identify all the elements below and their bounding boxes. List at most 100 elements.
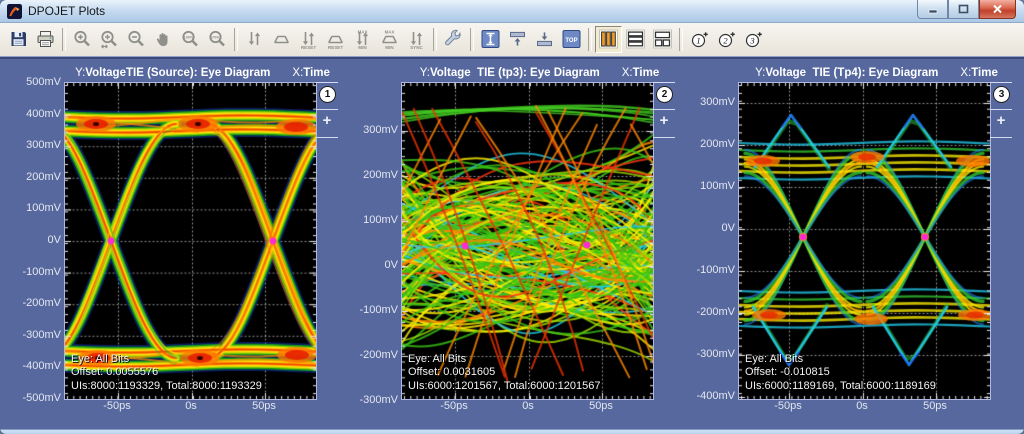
dock-bottom-icon <box>534 29 555 50</box>
zoom-sync-icon: SYNC <box>207 29 228 50</box>
y-axis-label: -300mV <box>1 329 61 341</box>
vertical-cursors-max-min-button[interactable]: MAXMIN <box>349 26 376 53</box>
y-axis-label: 200mV <box>675 138 735 150</box>
x-axis-label: -50ps <box>774 400 802 412</box>
y-axis-label: 300mV <box>1 139 61 151</box>
toolbar-separator <box>588 28 592 51</box>
y-axis-label: -200mV <box>1 297 61 309</box>
add-plot-2-button[interactable]: 2 <box>713 26 740 53</box>
plot-side-strip: 3 + <box>989 82 1015 398</box>
plot-title: Y:VoltageTIE (Source): Eye DiagramX:Time <box>64 64 341 82</box>
x-axis: -50ps0s50ps <box>738 398 989 416</box>
y-axis-label: -100mV <box>675 264 735 276</box>
x-axis-label: 50ps <box>589 400 613 412</box>
y-axis-label: -400mV <box>675 390 735 402</box>
horizontal-cursors-max-min-button[interactable]: MAXMIN <box>376 26 403 53</box>
pan-button[interactable] <box>150 26 177 53</box>
eye-diagram-plot[interactable]: Eye: All BitsOffset: 0.0031605UIs:6000:1… <box>401 82 654 400</box>
plot-panel-2: Y:Voltage TIE (tp3): Eye DiagramX:Time 3… <box>365 64 678 429</box>
svg-text:TOP: TOP <box>565 38 577 44</box>
resize-vertical-button[interactable] <box>477 26 504 53</box>
zoom-sync-button[interactable]: SYNC <box>204 26 231 53</box>
vertical-cursors-reset-button[interactable]: RESET <box>295 26 322 53</box>
svg-text:RESET: RESET <box>301 45 317 50</box>
dpojet-plots-window: DPOJET Plots 100% SYNC RESET RESET MAXMINMAX… <box>0 0 1024 434</box>
x-axis-label: 0s <box>185 400 197 412</box>
plot-panel-3: Y:Voltage TIE (Tp4): Eye DiagramX:Time 3… <box>702 64 1015 429</box>
zoom-in-icon <box>72 29 93 50</box>
add-plot-1-button[interactable]: 1 <box>686 26 713 53</box>
svg-text:3: 3 <box>749 35 754 45</box>
window-bottom-frame <box>0 429 1024 434</box>
zoom-x-axis-icon <box>99 29 120 50</box>
add-plot-2-icon: 2 <box>716 29 737 50</box>
pan-icon <box>153 29 174 50</box>
x-axis: -50ps0s50ps <box>64 398 315 416</box>
minimize-button[interactable] <box>917 0 948 19</box>
y-axis: 300mV200mV100mV0V-100mV-200mV-300mV-400m… <box>702 82 738 398</box>
print-icon <box>35 29 56 50</box>
title-bar[interactable]: DPOJET Plots <box>0 0 1024 23</box>
zoom-100-button[interactable]: 100% <box>177 26 204 53</box>
y-axis-label: 300mV <box>675 96 735 108</box>
y-axis-label: -200mV <box>338 349 398 361</box>
dock-top-icon <box>507 29 528 50</box>
add-plot-3-icon: 3 <box>743 29 764 50</box>
horizontal-cursors-button[interactable] <box>268 26 295 53</box>
x-axis-label: 0s <box>522 400 534 412</box>
configure-wrench-button[interactable] <box>440 26 467 53</box>
y-axis-label: -100mV <box>1 266 61 278</box>
resize-vertical-icon <box>480 29 501 50</box>
restore-button[interactable] <box>948 0 979 19</box>
add-measurement-button[interactable]: + <box>655 113 673 129</box>
layout-mixed-button[interactable] <box>649 26 676 53</box>
y-axis-label: -500mV <box>1 392 61 404</box>
svg-text:100%: 100% <box>184 36 194 40</box>
window-title: DPOJET Plots <box>28 4 105 18</box>
x-axis: -50ps0s50ps <box>401 398 652 416</box>
zoom-100-icon: 100% <box>180 29 201 50</box>
add-measurement-button[interactable]: + <box>318 113 336 129</box>
y-axis-label: 500mV <box>1 76 61 88</box>
eye-diagram-plot[interactable]: Eye: All BitsOffset: 0.0055576UIs:8000:1… <box>64 82 317 400</box>
zoom-out-icon <box>126 29 147 50</box>
dock-top-button[interactable] <box>504 26 531 53</box>
horizontal-cursors-reset-button[interactable]: RESET <box>322 26 349 53</box>
x-axis-label: 0s <box>856 400 868 412</box>
zoom-in-button[interactable] <box>69 26 96 53</box>
svg-text:MIN: MIN <box>358 45 367 50</box>
dock-bottom-button[interactable] <box>531 26 558 53</box>
always-on-top-icon: TOP <box>561 29 582 50</box>
vertical-cursors-max-min-icon: MAXMIN <box>352 29 373 50</box>
vertical-cursors-sync-button[interactable]: SYNC <box>403 26 430 53</box>
eye-diagram-plot[interactable]: Eye: All BitsOffset: -0.010815UIs:6000:1… <box>738 82 991 400</box>
y-axis-label: 0V <box>1 234 61 246</box>
close-button[interactable] <box>979 0 1016 19</box>
svg-text:SYNC: SYNC <box>410 45 423 50</box>
add-plot-3-button[interactable]: 3 <box>740 26 767 53</box>
y-axis-label: 100mV <box>675 180 735 192</box>
zoom-out-button[interactable] <box>123 26 150 53</box>
add-measurement-button[interactable]: + <box>992 113 1010 129</box>
plot-stats: Eye: All BitsOffset: 0.0055576UIs:8000:1… <box>71 353 262 394</box>
svg-text:RESET: RESET <box>328 45 344 50</box>
layout-mixed-icon <box>652 29 673 50</box>
plot-panel-1: Y:VoltageTIE (Source): Eye DiagramX:Time… <box>28 64 341 429</box>
print-button[interactable] <box>32 26 59 53</box>
save-icon <box>8 29 29 50</box>
y-axis-label: 200mV <box>338 169 398 181</box>
horizontal-cursors-reset-icon: RESET <box>325 29 346 50</box>
zoom-x-axis-button[interactable] <box>96 26 123 53</box>
plot-stats: Eye: All BitsOffset: -0.010815UIs:6000:1… <box>745 353 936 394</box>
y-axis: 300mV200mV100mV0V-100mV-200mV-300mV <box>365 82 401 398</box>
layout-rows-icon <box>625 29 646 50</box>
vertical-cursors-button[interactable] <box>241 26 268 53</box>
layout-rows-button[interactable] <box>622 26 649 53</box>
always-on-top-button[interactable]: TOP <box>558 26 585 53</box>
layout-columns-button[interactable] <box>595 26 622 53</box>
app-icon <box>7 4 22 19</box>
y-axis-label: -200mV <box>675 306 735 318</box>
y-axis: 500mV400mV300mV200mV100mV0V-100mV-200mV-… <box>28 82 64 398</box>
save-button[interactable] <box>5 26 32 53</box>
plot-number-badge: 3 <box>993 86 1010 103</box>
